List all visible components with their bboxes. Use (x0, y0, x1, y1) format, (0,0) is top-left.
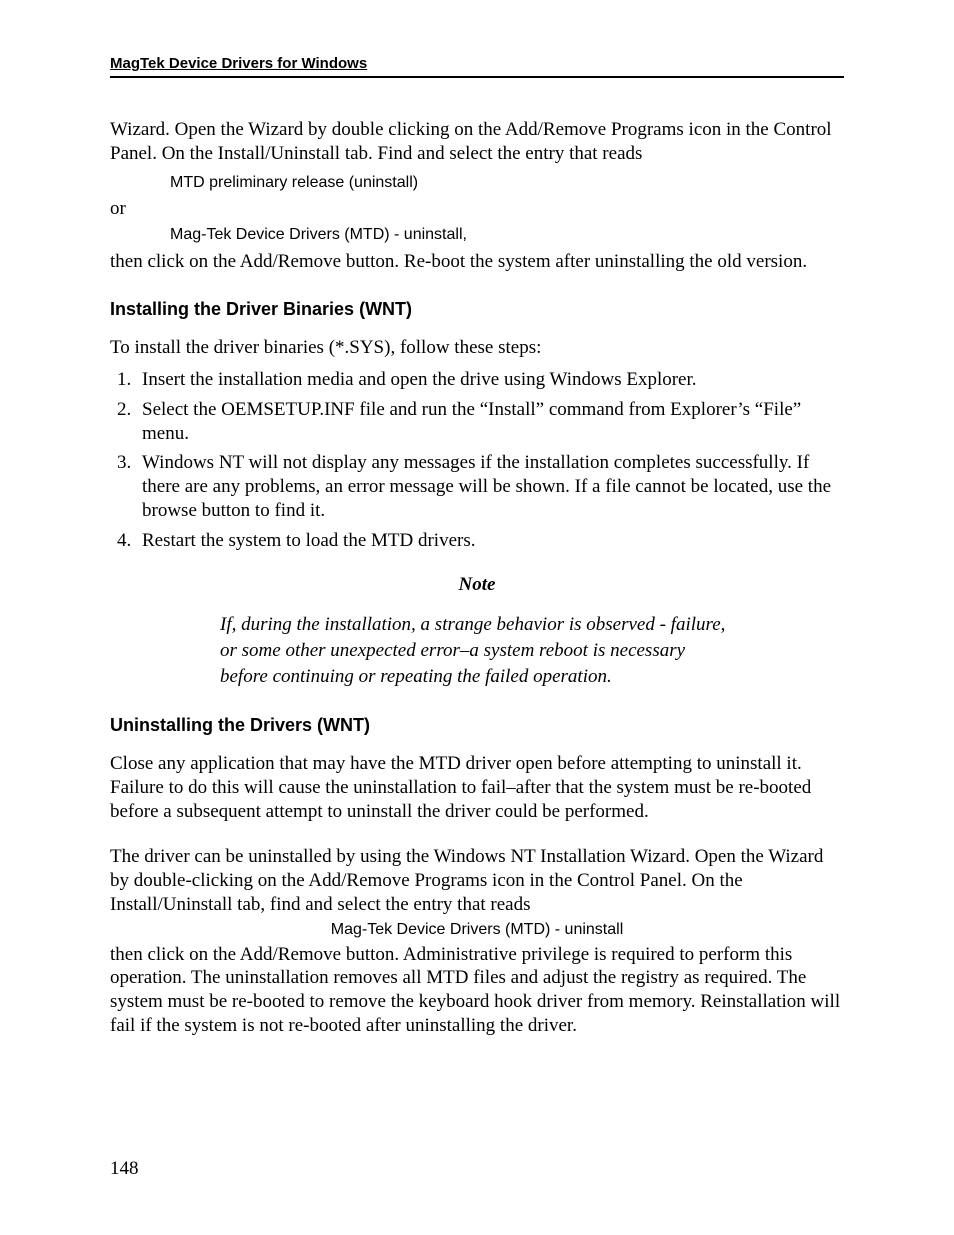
uninstall-paragraph-2: The driver can be uninstalled by using t… (110, 845, 844, 916)
or-text: or (110, 198, 844, 220)
heading-installing-binaries: Installing the Driver Binaries (WNT) (110, 299, 844, 320)
uninstall-paragraph-1: Close any application that may have the … (110, 752, 844, 823)
page-number: 148 (110, 1158, 139, 1180)
intro-paragraph-2: then click on the Add/Remove button. Re-… (110, 250, 844, 274)
document-page: MagTek Device Drivers for Windows Wizard… (0, 0, 954, 1235)
install-steps-list: Insert the installation media and open t… (110, 368, 844, 552)
install-step: Windows NT will not display any messages… (136, 451, 844, 522)
code-line-magtek-uninstall: Mag-Tek Device Drivers (MTD) - uninstall… (170, 226, 844, 244)
code-line-uninstall-entry: Mag-Tek Device Drivers (MTD) - uninstall (110, 921, 844, 939)
install-step: Insert the installation media and open t… (136, 368, 844, 392)
uninstall-paragraph-3: then click on the Add/Remove button. Adm… (110, 943, 844, 1038)
intro-paragraph-1: Wizard. Open the Wizard by double clicki… (110, 118, 844, 166)
note-body: If, during the installation, a strange b… (220, 612, 734, 689)
code-line-mtd-preliminary: MTD preliminary release (uninstall) (170, 174, 844, 192)
install-intro: To install the driver binaries (*.SYS), … (110, 336, 844, 360)
heading-uninstalling: Uninstalling the Drivers (WNT) (110, 715, 844, 736)
note-title: Note (110, 574, 844, 596)
running-header: MagTek Device Drivers for Windows (110, 55, 844, 76)
install-step: Restart the system to load the MTD drive… (136, 529, 844, 553)
install-step: Select the OEMSETUP.INF file and run the… (136, 398, 844, 446)
header-rule (110, 76, 844, 78)
